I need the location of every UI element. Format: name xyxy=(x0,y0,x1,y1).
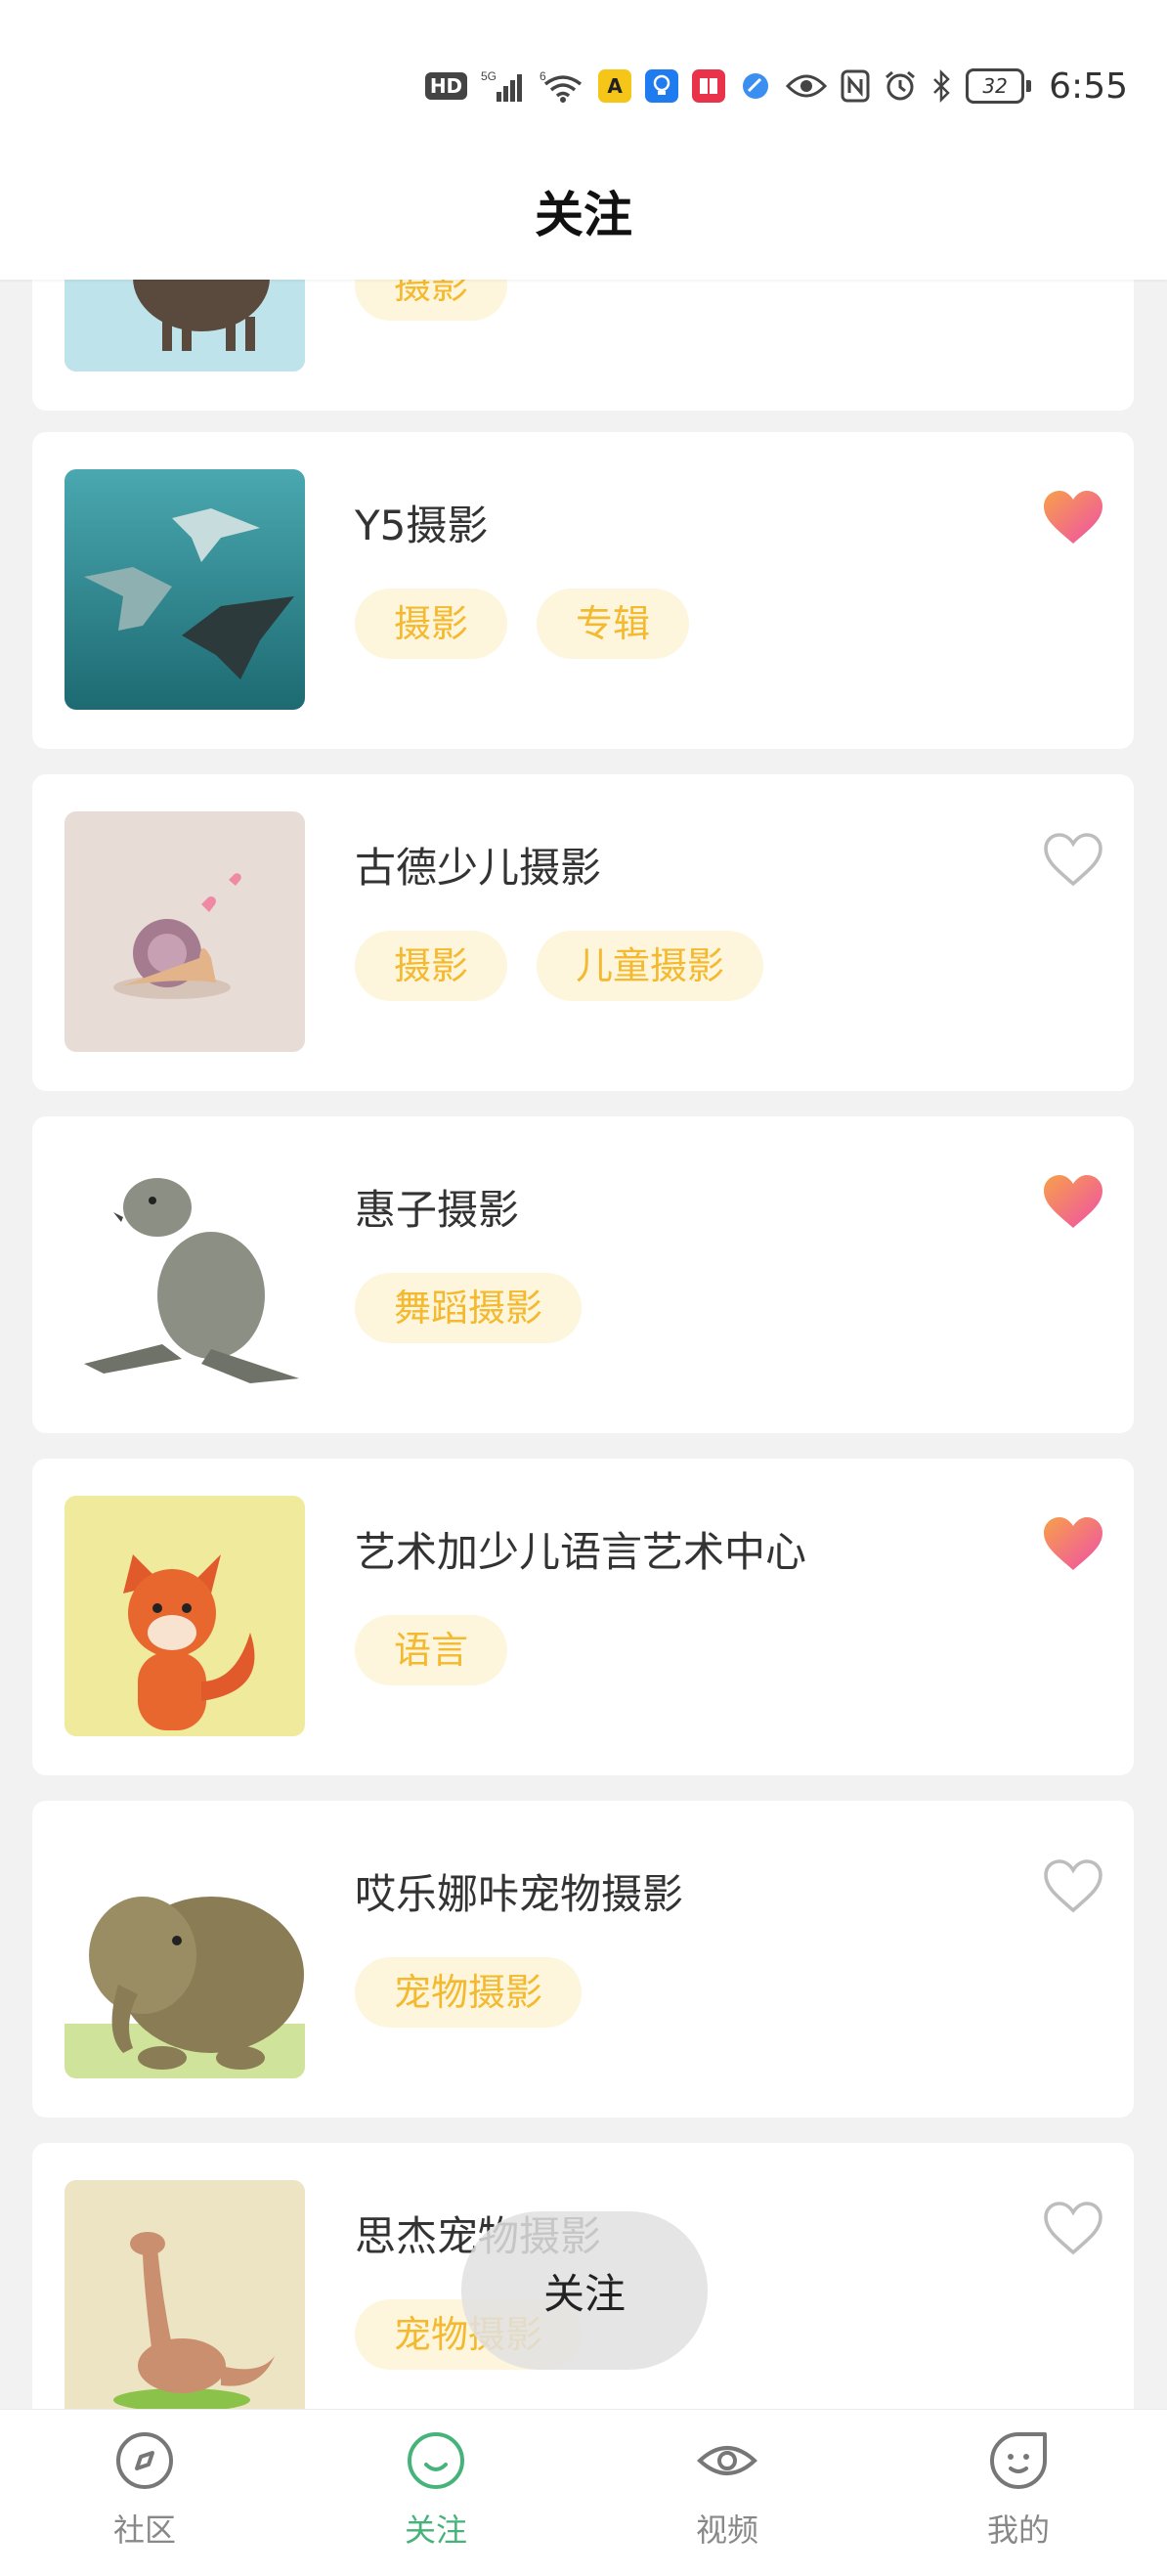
tag-list: 宠物摄影 xyxy=(355,1957,583,2028)
elephant-icon xyxy=(65,1838,305,2078)
status-bar: HD 5G 6 A 32 6:55 xyxy=(0,0,1167,147)
nfc-icon xyxy=(841,69,870,103)
nav-item-follow[interactable]: 关注 xyxy=(338,2429,534,2551)
signal-5g-icon: 5G xyxy=(481,68,526,104)
app-a-icon: A xyxy=(598,69,632,103)
tag[interactable]: 语言 xyxy=(355,1615,508,1685)
hd-icon: HD xyxy=(424,72,468,100)
card-title: 古德少儿摄影 xyxy=(355,844,602,892)
bulb-app-icon xyxy=(645,69,679,103)
page-title: 关注 xyxy=(535,187,632,243)
list-item[interactable]: 古德少儿摄影 摄影 儿童摄影 xyxy=(32,774,1134,1091)
svg-text:6: 6 xyxy=(540,69,546,83)
snail-icon xyxy=(65,811,305,1052)
heart-filled-icon[interactable] xyxy=(1042,1173,1104,1230)
status-time: 6:55 xyxy=(1049,65,1128,107)
page-header: 关注 xyxy=(0,147,1167,280)
list-item[interactable]: 惠子摄影 舞蹈摄影 xyxy=(32,1116,1134,1433)
battery-cap xyxy=(1026,80,1032,92)
nav-label: 我的 xyxy=(986,2511,1050,2549)
browser-app-icon xyxy=(739,69,772,103)
tag[interactable]: 舞蹈摄影 xyxy=(355,1273,583,1343)
card-title: 哎乐娜咔宠物摄影 xyxy=(355,1870,684,1918)
toast-message: 关注 xyxy=(461,2211,708,2370)
heart-filled-icon[interactable] xyxy=(1042,1515,1104,1572)
tag-list: 摄影 儿童摄影 xyxy=(355,931,764,1001)
compass-icon xyxy=(116,2432,173,2489)
tag[interactable]: 摄影 xyxy=(355,931,508,1001)
bluetooth-icon xyxy=(930,69,952,103)
tag-list: 摄影 专辑 xyxy=(355,589,690,659)
face-icon xyxy=(990,2432,1047,2489)
card-title: Y5摄影 xyxy=(355,502,489,549)
tag[interactable]: 儿童摄影 xyxy=(537,931,764,1001)
nav-label: 视频 xyxy=(695,2511,758,2549)
nav-label: 社区 xyxy=(112,2511,176,2549)
tag[interactable]: 专辑 xyxy=(537,589,690,659)
nav-item-mine[interactable]: 我的 xyxy=(921,2429,1116,2551)
status-icons: HD 5G 6 A 32 6:55 xyxy=(424,63,1128,109)
nav-label: 关注 xyxy=(404,2511,467,2549)
smile-icon xyxy=(408,2432,464,2489)
heart-outline-icon[interactable] xyxy=(1042,1857,1104,1914)
tag[interactable]: 宠物摄影 xyxy=(355,1957,583,2028)
svg-text:5G: 5G xyxy=(481,69,497,83)
card-title: 惠子摄影 xyxy=(355,1186,520,1234)
list-item[interactable]: 哎乐娜咔宠物摄影 宠物摄影 xyxy=(32,1801,1134,2118)
heart-outline-icon[interactable] xyxy=(1042,831,1104,888)
heart-filled-icon[interactable] xyxy=(1042,489,1104,546)
heart-outline-icon[interactable] xyxy=(1042,2200,1104,2256)
tag[interactable]: 摄影 xyxy=(355,589,508,659)
alarm-icon xyxy=(884,69,917,103)
eye-icon xyxy=(697,2446,757,2475)
tag-list: 舞蹈摄影 xyxy=(355,1273,583,1343)
nav-item-community[interactable]: 社区 xyxy=(47,2429,242,2551)
list-item[interactable]: 艺术加少儿语言艺术中心 语言 xyxy=(32,1459,1134,1775)
battery-icon: 32 xyxy=(966,68,1025,104)
tag-list: 语言 xyxy=(355,1615,508,1685)
book-app-icon xyxy=(692,69,726,103)
card-title: 艺术加少儿语言艺术中心 xyxy=(355,1528,807,1576)
nav-item-video[interactable]: 视频 xyxy=(629,2429,825,2551)
list-item[interactable]: Y5摄影 摄影 专辑 xyxy=(32,432,1134,749)
eye-status-icon xyxy=(786,71,828,101)
wifi-icon: 6 xyxy=(540,68,584,104)
stingray-icon xyxy=(65,469,305,710)
fox-icon xyxy=(65,1496,305,1736)
seal-icon xyxy=(65,1154,305,1394)
dinosaur-icon xyxy=(65,2180,305,2421)
bottom-nav: 社区 关注 视频 我的 xyxy=(0,2409,1167,2576)
